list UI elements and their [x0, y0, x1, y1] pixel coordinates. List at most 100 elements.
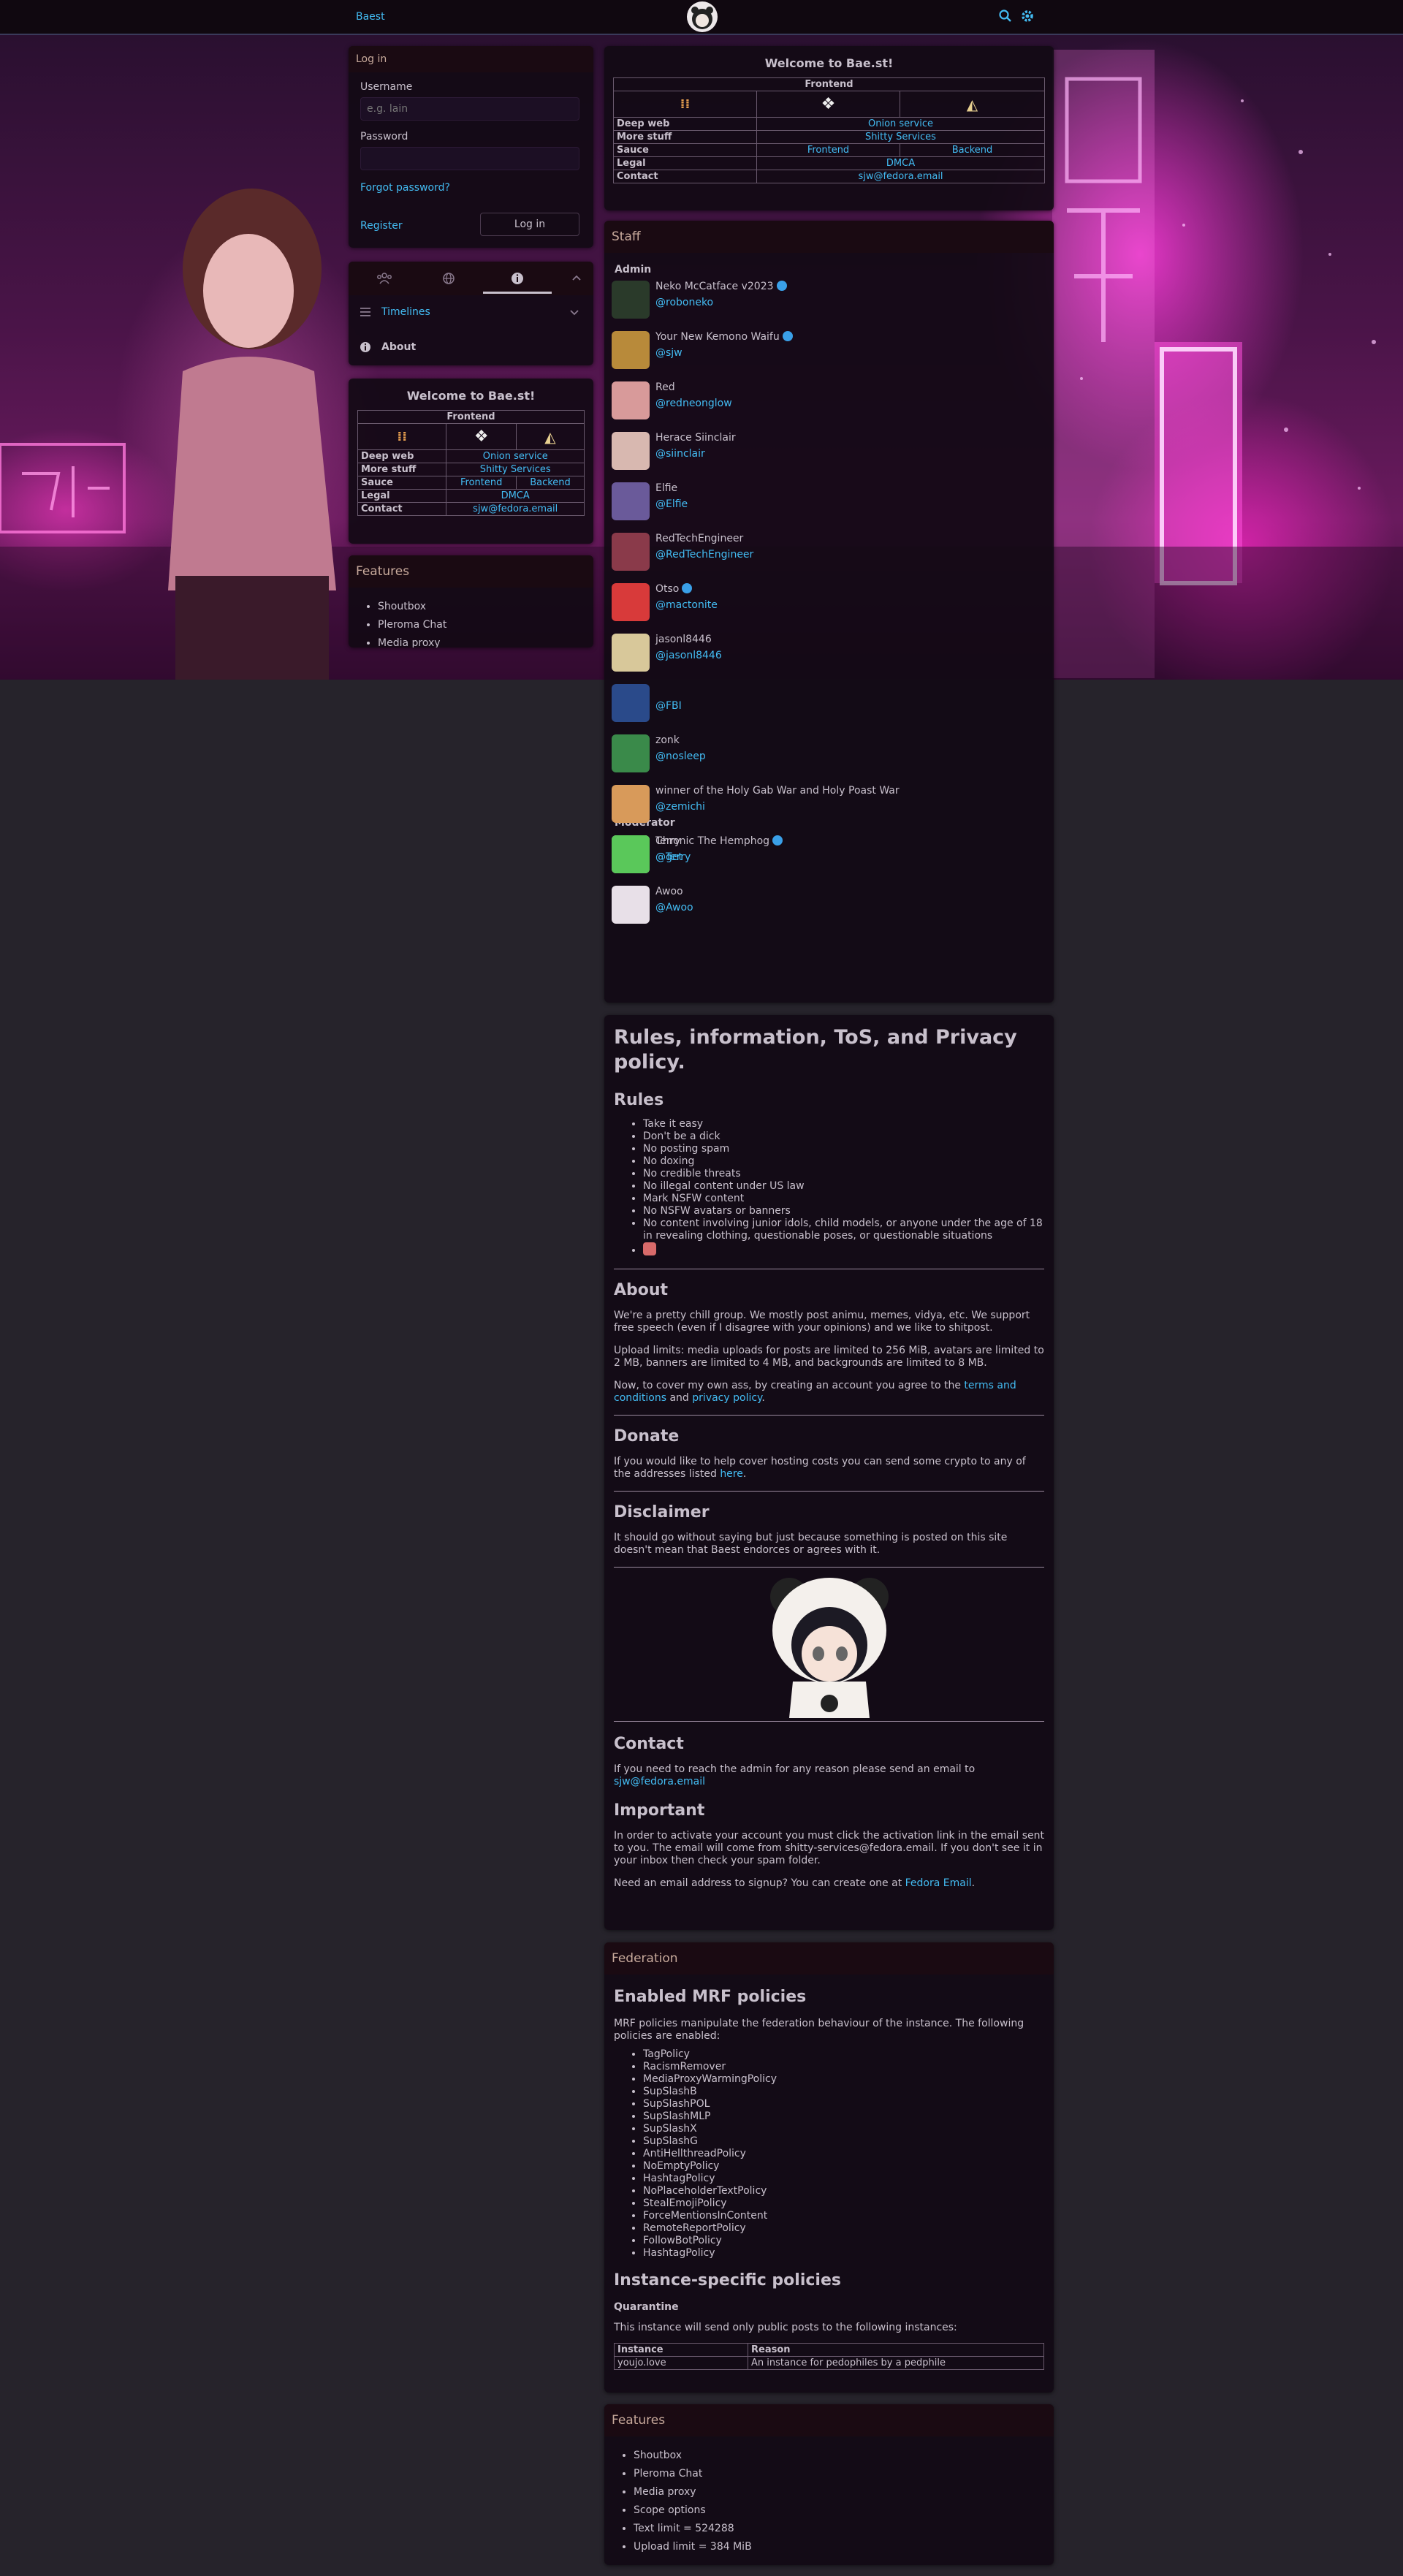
nav-item-timelines[interactable]: Timelines: [349, 295, 593, 330]
contact-email-link[interactable]: sjw@fedora.email: [446, 502, 585, 516]
avatar[interactable]: [612, 684, 650, 722]
staff-member[interactable]: Red @redneonglow: [612, 380, 1035, 421]
onion-link[interactable]: Onion service: [756, 117, 1045, 131]
avatar[interactable]: [612, 381, 650, 419]
dmca-link[interactable]: DMCA: [446, 489, 585, 503]
feature-item: Media proxy: [634, 2483, 1054, 2501]
forgot-password-link[interactable]: Forgot password?: [360, 182, 450, 194]
info-tab-icon[interactable]: [511, 272, 524, 285]
onion-link[interactable]: Onion service: [446, 449, 585, 463]
admin-group-label: Admin: [615, 264, 652, 276]
register-link[interactable]: Register: [360, 220, 403, 232]
staff-member[interactable]: winner of the Holy Gab War and Holy Poas…: [612, 783, 1035, 824]
password-input[interactable]: [360, 147, 579, 170]
staff-member[interactable]: Awoo @Awoo: [612, 884, 1035, 925]
staff-member[interactable]: @FBI: [612, 683, 1035, 723]
staff-display-name: zonk: [655, 734, 680, 746]
brand-link[interactable]: Baest: [356, 11, 385, 23]
verified-badge-icon: [682, 583, 693, 593]
staff-member[interactable]: Neko McCatface v2023 @roboneko: [612, 279, 1035, 320]
avatar[interactable]: [612, 432, 650, 470]
verified-badge-icon: [772, 835, 783, 846]
staff-member[interactable]: Elfie @Elfie: [612, 481, 1035, 522]
staff-handle[interactable]: @redneonglow: [655, 398, 732, 409]
staff-handle[interactable]: @jasonl8446: [655, 650, 722, 661]
staff-handle[interactable]: @mactonite: [655, 599, 718, 611]
contact-email[interactable]: sjw@fedora.email: [614, 1776, 705, 1787]
services-link[interactable]: Shitty Services: [446, 463, 585, 476]
staff-handle[interactable]: @Elfie: [655, 498, 688, 510]
staff-handle[interactable]: @zemichi: [655, 801, 705, 813]
login-heading: Log in: [349, 46, 593, 72]
frontend-logo-mascot[interactable]: ◭: [515, 423, 585, 450]
staff-member[interactable]: zonk @nosleep: [612, 733, 1035, 774]
users-icon[interactable]: [376, 272, 392, 285]
row-key: Legal: [613, 156, 757, 170]
nav-item-about[interactable]: About: [349, 330, 593, 365]
avatar[interactable]: [612, 331, 650, 369]
frontend-logo-fe[interactable]: ⁞⁞: [357, 423, 447, 450]
dmca-link[interactable]: DMCA: [756, 156, 1045, 170]
backend-link[interactable]: Backend: [515, 476, 585, 490]
chevron-down-icon[interactable]: [569, 308, 579, 318]
quarantine-instance: youjo.love: [614, 2356, 748, 2370]
staff-member[interactable]: Your New Kemono Waifu @sjw: [612, 330, 1035, 371]
chevron-up-icon[interactable]: [571, 272, 582, 284]
avatar[interactable]: [612, 835, 650, 873]
contact-text: If you need to reach the admin for any r…: [614, 1763, 976, 1775]
donate-here-link[interactable]: here: [720, 1468, 743, 1480]
search-icon[interactable]: [998, 9, 1013, 23]
staff-handle[interactable]: @Awoo: [655, 902, 693, 913]
staff-list: Admin Moderator Neko McCatface v2023 @rob…: [604, 253, 1054, 998]
avatar[interactable]: [612, 482, 650, 520]
staff-handle[interactable]: @sjw: [655, 347, 683, 359]
rule-item: Take it easy: [643, 1118, 1044, 1131]
backend-link[interactable]: Backend: [900, 143, 1045, 157]
row-key: Contact: [357, 502, 447, 516]
frontend-link[interactable]: Frontend: [446, 476, 517, 490]
staff-member[interactable]: Otso @mactonite: [612, 582, 1035, 623]
row-key: More stuff: [613, 130, 757, 144]
frontend-link[interactable]: Frontend: [756, 143, 900, 157]
about-heading: About: [614, 1281, 669, 1299]
welcome-title: Welcome to Bae.st!: [406, 389, 536, 403]
quarantine-table: Instance Reason youjo.love An instance for…: [614, 2343, 1044, 2370]
site-logo[interactable]: [687, 1, 718, 32]
staff-handle[interactable]: @roboneko: [655, 297, 713, 308]
avatar[interactable]: [612, 281, 650, 319]
feature-item: Pleroma Chat: [378, 616, 593, 634]
gear-icon[interactable]: [1020, 9, 1035, 23]
avatar[interactable]: [612, 533, 650, 571]
frontend-logo-mascot[interactable]: ◭: [900, 91, 1045, 118]
federation-panel: Federation Enabled MRF policies MRF poli…: [604, 1942, 1054, 2393]
login-button[interactable]: Log in: [480, 213, 579, 236]
row-key: Deep web: [357, 449, 447, 463]
staff-handle[interactable]: @nosleep: [655, 751, 706, 762]
staff-handle[interactable]: @siinclair: [655, 448, 705, 460]
donate-paragraph: If you would like to help cover hosting …: [614, 1456, 1044, 1481]
privacy-link[interactable]: privacy policy: [692, 1392, 761, 1404]
contact-email-link[interactable]: sjw@fedora.email: [756, 170, 1045, 183]
globe-icon[interactable]: [442, 272, 455, 285]
staff-handle[interactable]: @RedTechEngineer: [655, 549, 753, 561]
staff-handle[interactable]: @get: [655, 851, 683, 863]
rule-item: No posting spam: [643, 1143, 1044, 1155]
avatar[interactable]: [612, 734, 650, 772]
avatar[interactable]: [612, 785, 650, 823]
staff-member[interactable]: Chronic The Hemphog @get: [612, 834, 1035, 875]
username-input[interactable]: [360, 97, 579, 121]
rules-list: Take it easy Don't be a dick No posting …: [614, 1118, 1044, 1257]
avatar[interactable]: [612, 583, 650, 621]
staff-handle[interactable]: @FBI: [655, 700, 682, 712]
avatar[interactable]: [612, 634, 650, 672]
staff-member[interactable]: jasonl8446 @jasonl8446: [612, 632, 1035, 673]
staff-member[interactable]: RedTechEngineer @RedTechEngineer: [612, 531, 1035, 572]
staff-member[interactable]: Herace Siinclair @siinclair: [612, 430, 1035, 471]
welcome-title-main: Welcome to Bae.st!: [764, 56, 894, 70]
frontend-logo-pleroma[interactable]: ❖: [756, 91, 900, 118]
frontend-logo-fe[interactable]: ⁞⁞: [613, 91, 757, 118]
frontend-logo-pleroma[interactable]: ❖: [446, 423, 517, 450]
avatar[interactable]: [612, 886, 650, 924]
fedora-email-link[interactable]: Fedora Email: [905, 1877, 972, 1889]
services-link[interactable]: Shitty Services: [756, 130, 1045, 144]
